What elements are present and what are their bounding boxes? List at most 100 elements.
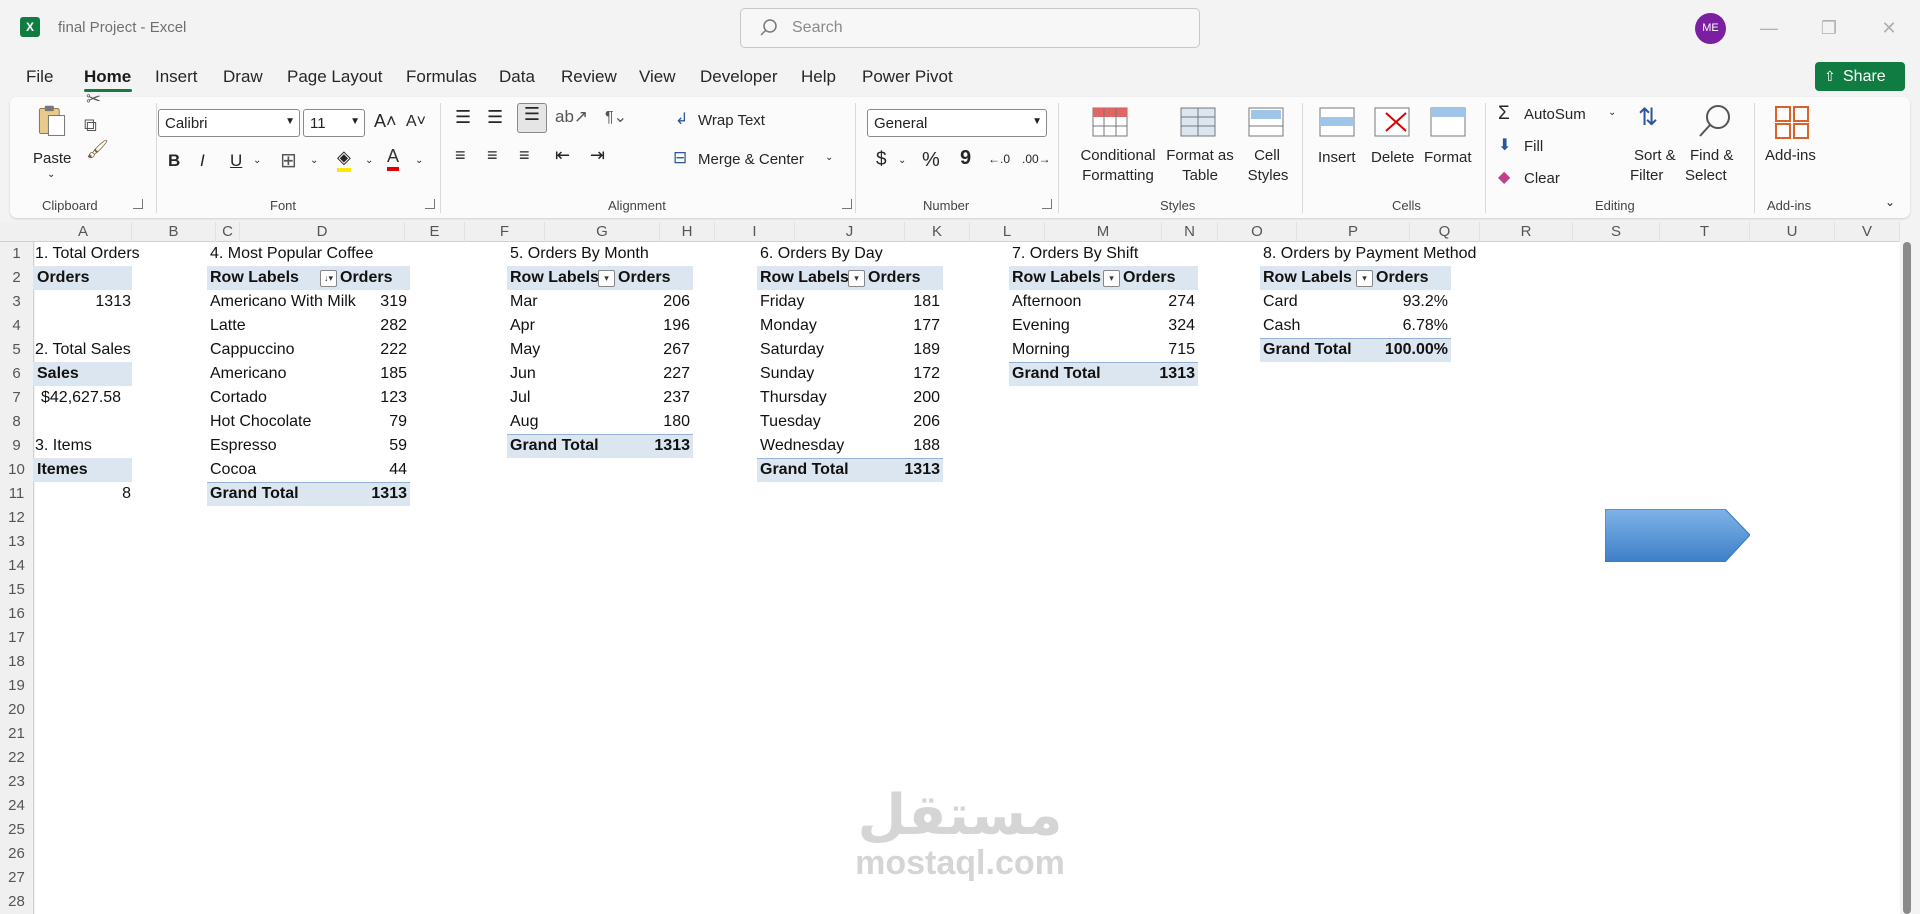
find-select-label-2[interactable]: Select xyxy=(1685,167,1727,184)
row-header-12[interactable]: 12 xyxy=(0,506,33,530)
cell-styles-button[interactable]: Cell xyxy=(1242,147,1292,164)
align-center-icon[interactable]: ≡ xyxy=(487,145,498,166)
worksheet[interactable]: 1. Total Orders Orders 1313 2. Total Sal… xyxy=(33,242,1900,914)
format-as-table-label-2[interactable]: Table xyxy=(1170,167,1230,184)
row-header-5[interactable]: 5 xyxy=(0,338,33,362)
borders-icon[interactable]: ⊞ xyxy=(280,148,297,173)
column-header-C[interactable]: C xyxy=(216,222,240,242)
text-direction-icon[interactable]: ¶⌄ xyxy=(605,107,627,127)
find-select-button[interactable]: Find & xyxy=(1690,147,1733,164)
coffee-row-value[interactable]: 185 xyxy=(210,362,407,386)
cell-styles-label-2[interactable]: Styles xyxy=(1238,167,1298,184)
dashboard-button-label[interactable]: Dashboard xyxy=(1594,280,1714,304)
shift-title[interactable]: 7. Orders By Shift xyxy=(1012,242,1138,266)
coffee-row-value[interactable]: 222 xyxy=(210,338,407,362)
row-header-1[interactable]: 1 xyxy=(0,242,33,266)
currency-button[interactable]: $ xyxy=(876,149,887,171)
row-header-20[interactable]: 20 xyxy=(0,698,33,722)
month-header-value[interactable]: Orders xyxy=(618,266,670,290)
shift-row-value[interactable]: 274 xyxy=(1012,290,1195,314)
shift-header-value[interactable]: Orders xyxy=(1123,266,1175,290)
column-header-L[interactable]: L xyxy=(970,222,1045,242)
day-row-value[interactable]: 181 xyxy=(760,290,940,314)
month-row-value[interactable]: 196 xyxy=(510,314,690,338)
column-header-P[interactable]: P xyxy=(1297,222,1410,242)
month-header-label[interactable]: Row Labels xyxy=(510,266,599,290)
tab-view[interactable]: View xyxy=(639,67,676,87)
column-header-A[interactable]: A xyxy=(35,222,132,242)
fill-button[interactable]: Fill xyxy=(1524,138,1543,155)
day-header-value[interactable]: Orders xyxy=(868,266,920,290)
copy-icon[interactable]: ⧉ xyxy=(84,115,97,136)
share-button[interactable]: ⇧ Share xyxy=(1815,62,1905,91)
autosum-button[interactable]: AutoSum xyxy=(1524,106,1586,123)
filter-dropdown-icon[interactable]: ▾ xyxy=(848,270,865,287)
cell-summary-title-1[interactable]: 1. Total Orders xyxy=(35,242,140,266)
merge-center-button[interactable]: Merge & Center xyxy=(698,151,804,168)
row-header-23[interactable]: 23 xyxy=(0,770,33,794)
column-header-N[interactable]: N xyxy=(1162,222,1218,242)
row-header-6[interactable]: 6 xyxy=(0,362,33,386)
filter-dropdown-icon[interactable]: ▾ xyxy=(1103,270,1120,287)
column-header-K[interactable]: K xyxy=(905,222,970,242)
tab-developer[interactable]: Developer xyxy=(700,67,778,87)
tab-help[interactable]: Help xyxy=(801,67,836,87)
number-launcher-icon[interactable] xyxy=(1042,199,1052,209)
align-top-icon[interactable]: ☰ xyxy=(455,107,471,128)
tab-power-pivot[interactable]: Power Pivot xyxy=(862,67,953,87)
orientation-icon[interactable]: ab↗ xyxy=(555,107,588,127)
row-header-10[interactable]: 10 xyxy=(0,458,33,482)
row-header-8[interactable]: 8 xyxy=(0,410,33,434)
grow-font-icon[interactable]: A˄ xyxy=(374,111,397,132)
day-row-value[interactable]: 188 xyxy=(760,434,940,458)
column-header-F[interactable]: F xyxy=(465,222,545,242)
row-header-22[interactable]: 22 xyxy=(0,746,33,770)
row-header-16[interactable]: 16 xyxy=(0,602,33,626)
cell-summary-title-3[interactable]: 3. Items xyxy=(35,434,92,458)
conditional-formatting-button[interactable]: Conditional xyxy=(1073,147,1163,164)
row-header-11[interactable]: 11 xyxy=(0,482,33,506)
month-row-value[interactable]: 267 xyxy=(510,338,690,362)
font-color-icon[interactable]: A xyxy=(387,146,400,171)
tab-insert[interactable]: Insert xyxy=(155,67,198,87)
row-header-24[interactable]: 24 xyxy=(0,794,33,818)
row-header-15[interactable]: 15 xyxy=(0,578,33,602)
tab-file[interactable]: File xyxy=(26,67,53,87)
addins-button[interactable]: Add-ins xyxy=(1765,147,1816,164)
day-row-value[interactable]: 189 xyxy=(760,338,940,362)
shift-total-value[interactable]: 1313 xyxy=(1012,362,1195,386)
merge-dropdown-icon[interactable]: ⌄ xyxy=(825,152,833,163)
increase-decimal-icon[interactable]: ←.0 xyxy=(988,152,1010,166)
column-header-E[interactable]: E xyxy=(405,222,465,242)
sort-filter-button[interactable]: Sort & xyxy=(1634,147,1676,164)
currency-dropdown-icon[interactable]: ⌄ xyxy=(898,155,906,166)
column-header-G[interactable]: G xyxy=(545,222,660,242)
coffee-total-value[interactable]: 1313 xyxy=(210,482,407,506)
coffee-title[interactable]: 4. Most Popular Coffee xyxy=(210,242,373,266)
payment-header-value[interactable]: Orders xyxy=(1376,266,1428,290)
column-header-B[interactable]: B xyxy=(132,222,216,242)
autosum-dropdown-icon[interactable]: ⌄ xyxy=(1608,107,1616,118)
coffee-row-value[interactable]: 282 xyxy=(210,314,407,338)
tab-data[interactable]: Data xyxy=(499,67,535,87)
coffee-row-value[interactable]: 319 xyxy=(210,290,407,314)
row-header-9[interactable]: 9 xyxy=(0,434,33,458)
close-button[interactable]: ✕ xyxy=(1875,14,1903,42)
shrink-font-icon[interactable]: A˅ xyxy=(406,113,426,131)
payment-row-value[interactable]: 93.2% xyxy=(1263,290,1448,314)
align-bottom-icon[interactable]: ☰ xyxy=(517,103,547,133)
day-row-value[interactable]: 172 xyxy=(760,362,940,386)
row-header-14[interactable]: 14 xyxy=(0,554,33,578)
tab-formulas[interactable]: Formulas xyxy=(406,67,477,87)
payment-title[interactable]: 8. Orders by Payment Method xyxy=(1263,242,1476,266)
shift-header-label[interactable]: Row Labels xyxy=(1012,266,1101,290)
font-size-box[interactable]: 11 ▼ xyxy=(303,109,365,137)
cut-icon[interactable]: ✂ xyxy=(86,89,101,110)
column-header-Q[interactable]: Q xyxy=(1410,222,1480,242)
coffee-row-value[interactable]: 44 xyxy=(210,458,407,482)
decrease-indent-icon[interactable]: ⇤ xyxy=(555,145,570,166)
alignment-launcher-icon[interactable] xyxy=(842,199,852,209)
number-format-box[interactable]: General ▼ xyxy=(867,109,1047,137)
row-header-18[interactable]: 18 xyxy=(0,650,33,674)
column-header-U[interactable]: U xyxy=(1750,222,1835,242)
